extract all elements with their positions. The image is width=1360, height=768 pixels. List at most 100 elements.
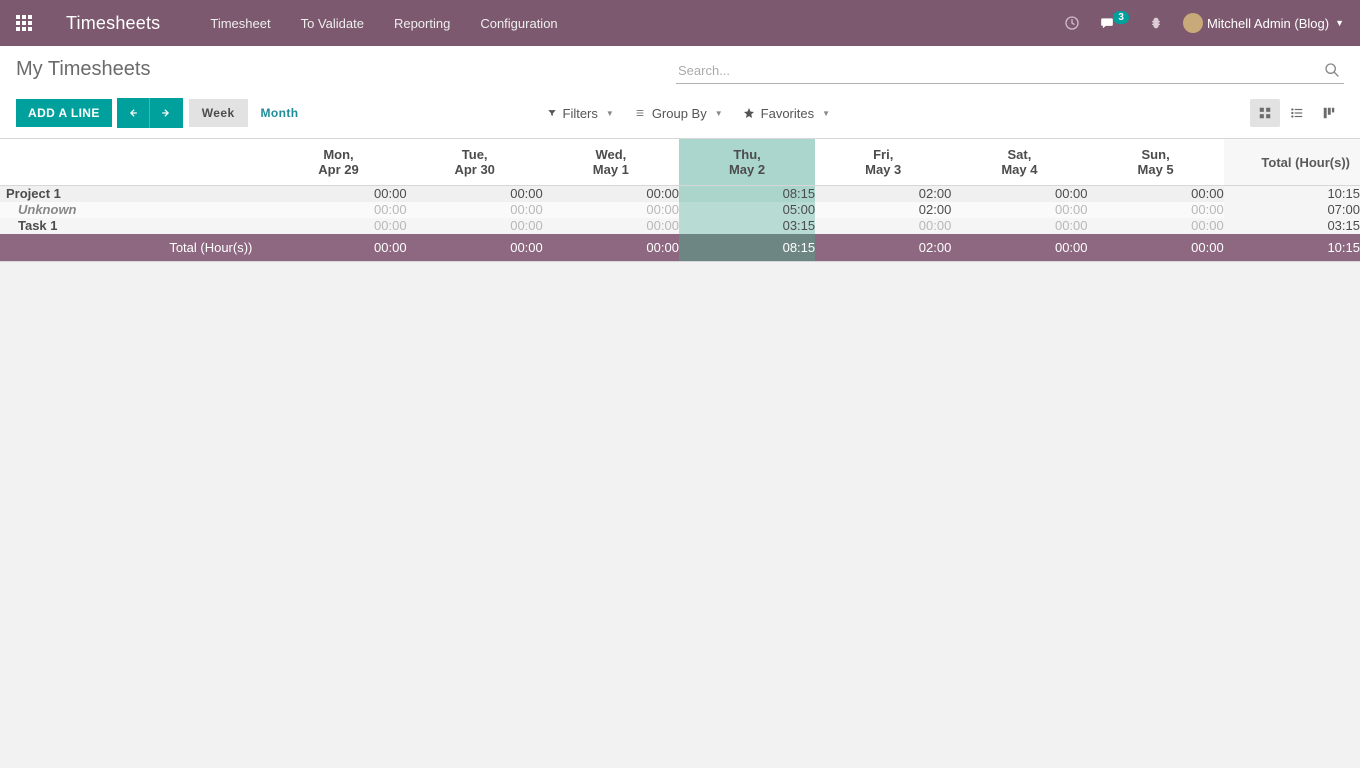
next-period-button[interactable] [150,98,183,128]
brand-title: Timesheets [66,13,160,34]
period-month-button[interactable]: Month [248,99,312,127]
view-grid-button[interactable] [1250,99,1280,127]
bug-icon[interactable] [1147,14,1165,32]
page-title: My Timesheets [16,58,676,81]
row-total: 07:00 [1224,202,1360,218]
chevron-down-icon: ▼ [606,109,614,118]
day-header: Fri,May 3 [815,139,951,186]
kanban-icon [1322,106,1336,120]
time-cell[interactable]: 02:00 [815,202,951,218]
add-line-button[interactable]: Add a Line [16,99,112,127]
chevron-down-icon: ▼ [822,109,830,118]
top-nav: Timesheets Timesheet To Validate Reporti… [0,0,1360,46]
total-header: Total (Hour(s)) [1224,139,1360,186]
control-panel: My Timesheets Add a Line Week Month Filt… [0,46,1360,139]
prev-period-button[interactable] [117,98,150,128]
time-cell[interactable]: 00:00 [407,202,543,218]
time-cell[interactable]: 00:00 [270,186,406,202]
totals-label: Total (Hour(s)) [0,234,270,262]
avatar [1183,13,1203,33]
grid-icon [1258,106,1272,120]
chevron-down-icon: ▼ [715,109,723,118]
search [676,58,1344,84]
search-input[interactable] [676,58,1344,84]
nav-timesheet[interactable]: Timesheet [210,16,270,31]
grand-total: 10:15 [1224,234,1360,262]
row-label[interactable]: Unknown [0,202,270,218]
day-header: Mon,Apr 29 [270,139,406,186]
grid-header-row: Mon,Apr 29 Tue,Apr 30 Wed,May 1 Thu,May … [0,139,1360,186]
totals-cell: 00:00 [951,234,1087,262]
time-cell[interactable]: 08:15 [679,186,815,202]
user-label: Mitchell Admin (Blog) [1207,16,1329,31]
period-week-button[interactable]: Week [189,99,248,127]
time-cell[interactable]: 00:00 [1088,218,1224,234]
table-row: Unknown00:0000:0000:0005:0002:0000:0000:… [0,202,1360,218]
nav-to-validate[interactable]: To Validate [301,16,364,31]
view-switch [1250,99,1344,127]
groupby-label: Group By [652,106,707,121]
totals-cell: 08:15 [679,234,815,262]
time-cell[interactable]: 03:15 [679,218,815,234]
arrow-right-icon [161,108,171,118]
row-total: 03:15 [1224,218,1360,234]
totals-cell: 00:00 [1088,234,1224,262]
user-menu[interactable]: Mitchell Admin (Blog) ▼ [1183,13,1344,33]
group-row: Project 100:0000:0000:0008:1502:0000:000… [0,186,1360,202]
day-header: Sun,May 5 [1088,139,1224,186]
day-header: Thu,May 2 [679,139,815,186]
nav-reporting[interactable]: Reporting [394,16,450,31]
group-label[interactable]: Project 1 [0,186,270,202]
filters-menu[interactable]: Filters ▼ [547,106,614,121]
row-label[interactable]: Task 1 [0,218,270,234]
view-kanban-button[interactable] [1314,99,1344,127]
totals-cell: 00:00 [407,234,543,262]
totals-row: Total (Hour(s))00:0000:0000:0008:1502:00… [0,234,1360,262]
messages-badge: 3 [1113,11,1129,24]
nav-configuration[interactable]: Configuration [480,16,557,31]
arrow-left-icon [128,108,138,118]
timesheet-grid: Mon,Apr 29 Tue,Apr 30 Wed,May 1 Thu,May … [0,139,1360,262]
day-header: Tue,Apr 30 [407,139,543,186]
favorites-menu[interactable]: Favorites ▼ [743,106,830,121]
totals-cell: 00:00 [543,234,679,262]
time-cell[interactable]: 00:00 [1088,202,1224,218]
period-toggle: Week Month [189,99,312,127]
time-cell[interactable]: 00:00 [1088,186,1224,202]
nav-right: 3 Mitchell Admin (Blog) ▼ [1063,13,1344,33]
time-cell[interactable]: 00:00 [270,218,406,234]
chevron-down-icon: ▼ [1335,18,1344,28]
time-cell[interactable]: 00:00 [815,218,951,234]
nav-links: Timesheet To Validate Reporting Configur… [210,16,557,31]
messages-button[interactable]: 3 [1099,16,1129,30]
time-cell[interactable]: 00:00 [543,186,679,202]
time-cell[interactable]: 00:00 [951,186,1087,202]
totals-cell: 02:00 [815,234,951,262]
row-total: 10:15 [1224,186,1360,202]
time-cell[interactable]: 00:00 [951,218,1087,234]
star-icon [743,107,755,119]
time-cell[interactable]: 00:00 [951,202,1087,218]
filters-label: Filters [563,106,598,121]
view-list-button[interactable] [1282,99,1312,127]
time-cell[interactable]: 05:00 [679,202,815,218]
filter-icon [547,108,557,118]
totals-cell: 00:00 [270,234,406,262]
table-row: Task 100:0000:0000:0003:1500:0000:0000:0… [0,218,1360,234]
time-cell[interactable]: 00:00 [407,218,543,234]
time-cell[interactable]: 02:00 [815,186,951,202]
time-cell[interactable]: 00:00 [543,218,679,234]
day-header: Sat,May 4 [951,139,1087,186]
list-icon [634,108,646,118]
time-cell[interactable]: 00:00 [270,202,406,218]
apps-icon[interactable] [16,15,32,31]
search-icon[interactable] [1320,58,1344,82]
time-cell[interactable]: 00:00 [407,186,543,202]
groupby-menu[interactable]: Group By ▼ [634,106,723,121]
day-header: Wed,May 1 [543,139,679,186]
period-nav [117,98,183,128]
clock-icon[interactable] [1063,14,1081,32]
favorites-label: Favorites [761,106,814,121]
time-cell[interactable]: 00:00 [543,202,679,218]
list-icon [1290,106,1304,120]
